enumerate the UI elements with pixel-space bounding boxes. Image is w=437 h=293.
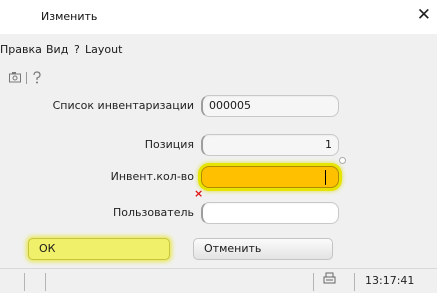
error-icon: × <box>194 187 204 200</box>
title-bar: Изменить ✕ <box>0 0 437 34</box>
printer-icon[interactable] <box>323 272 336 288</box>
window-title: Изменить <box>41 10 98 23</box>
toolbar <box>9 71 69 87</box>
info-dot-icon <box>339 157 346 164</box>
clock: 13:17:41 <box>365 274 415 287</box>
count-label: Инвент.кол-во <box>110 170 194 183</box>
menu-item-edit[interactable]: Правка <box>0 43 42 56</box>
count-input[interactable] <box>201 166 339 188</box>
menu-bar: Правка Вид ? Layout <box>0 41 437 59</box>
cancel-button[interactable]: Отменить <box>193 238 333 260</box>
status-divider <box>313 273 314 291</box>
menu-item-view[interactable]: Вид <box>46 43 68 56</box>
help-icon[interactable] <box>32 71 42 87</box>
status-divider <box>45 273 46 291</box>
menu-item-help[interactable]: ? <box>74 43 80 56</box>
inventory-list-field[interactable]: 000005 <box>201 95 339 117</box>
inventory-list-label: Список инвентаризации <box>52 99 194 112</box>
position-field[interactable]: 1 <box>201 134 339 156</box>
text-cursor <box>325 170 326 185</box>
screenshot-icon[interactable] <box>9 71 21 86</box>
status-divider <box>354 273 355 291</box>
position-label: Позиция <box>144 138 194 151</box>
status-divider <box>24 273 25 291</box>
status-bar: 13:17:41 <box>0 268 437 293</box>
user-label: Пользователь <box>112 206 194 219</box>
user-field[interactable] <box>201 202 339 224</box>
menu-item-layout[interactable]: Layout <box>85 43 122 56</box>
close-icon[interactable]: ✕ <box>417 5 431 25</box>
ok-button[interactable]: ОК <box>28 238 170 260</box>
toolbar-separator <box>26 72 27 84</box>
